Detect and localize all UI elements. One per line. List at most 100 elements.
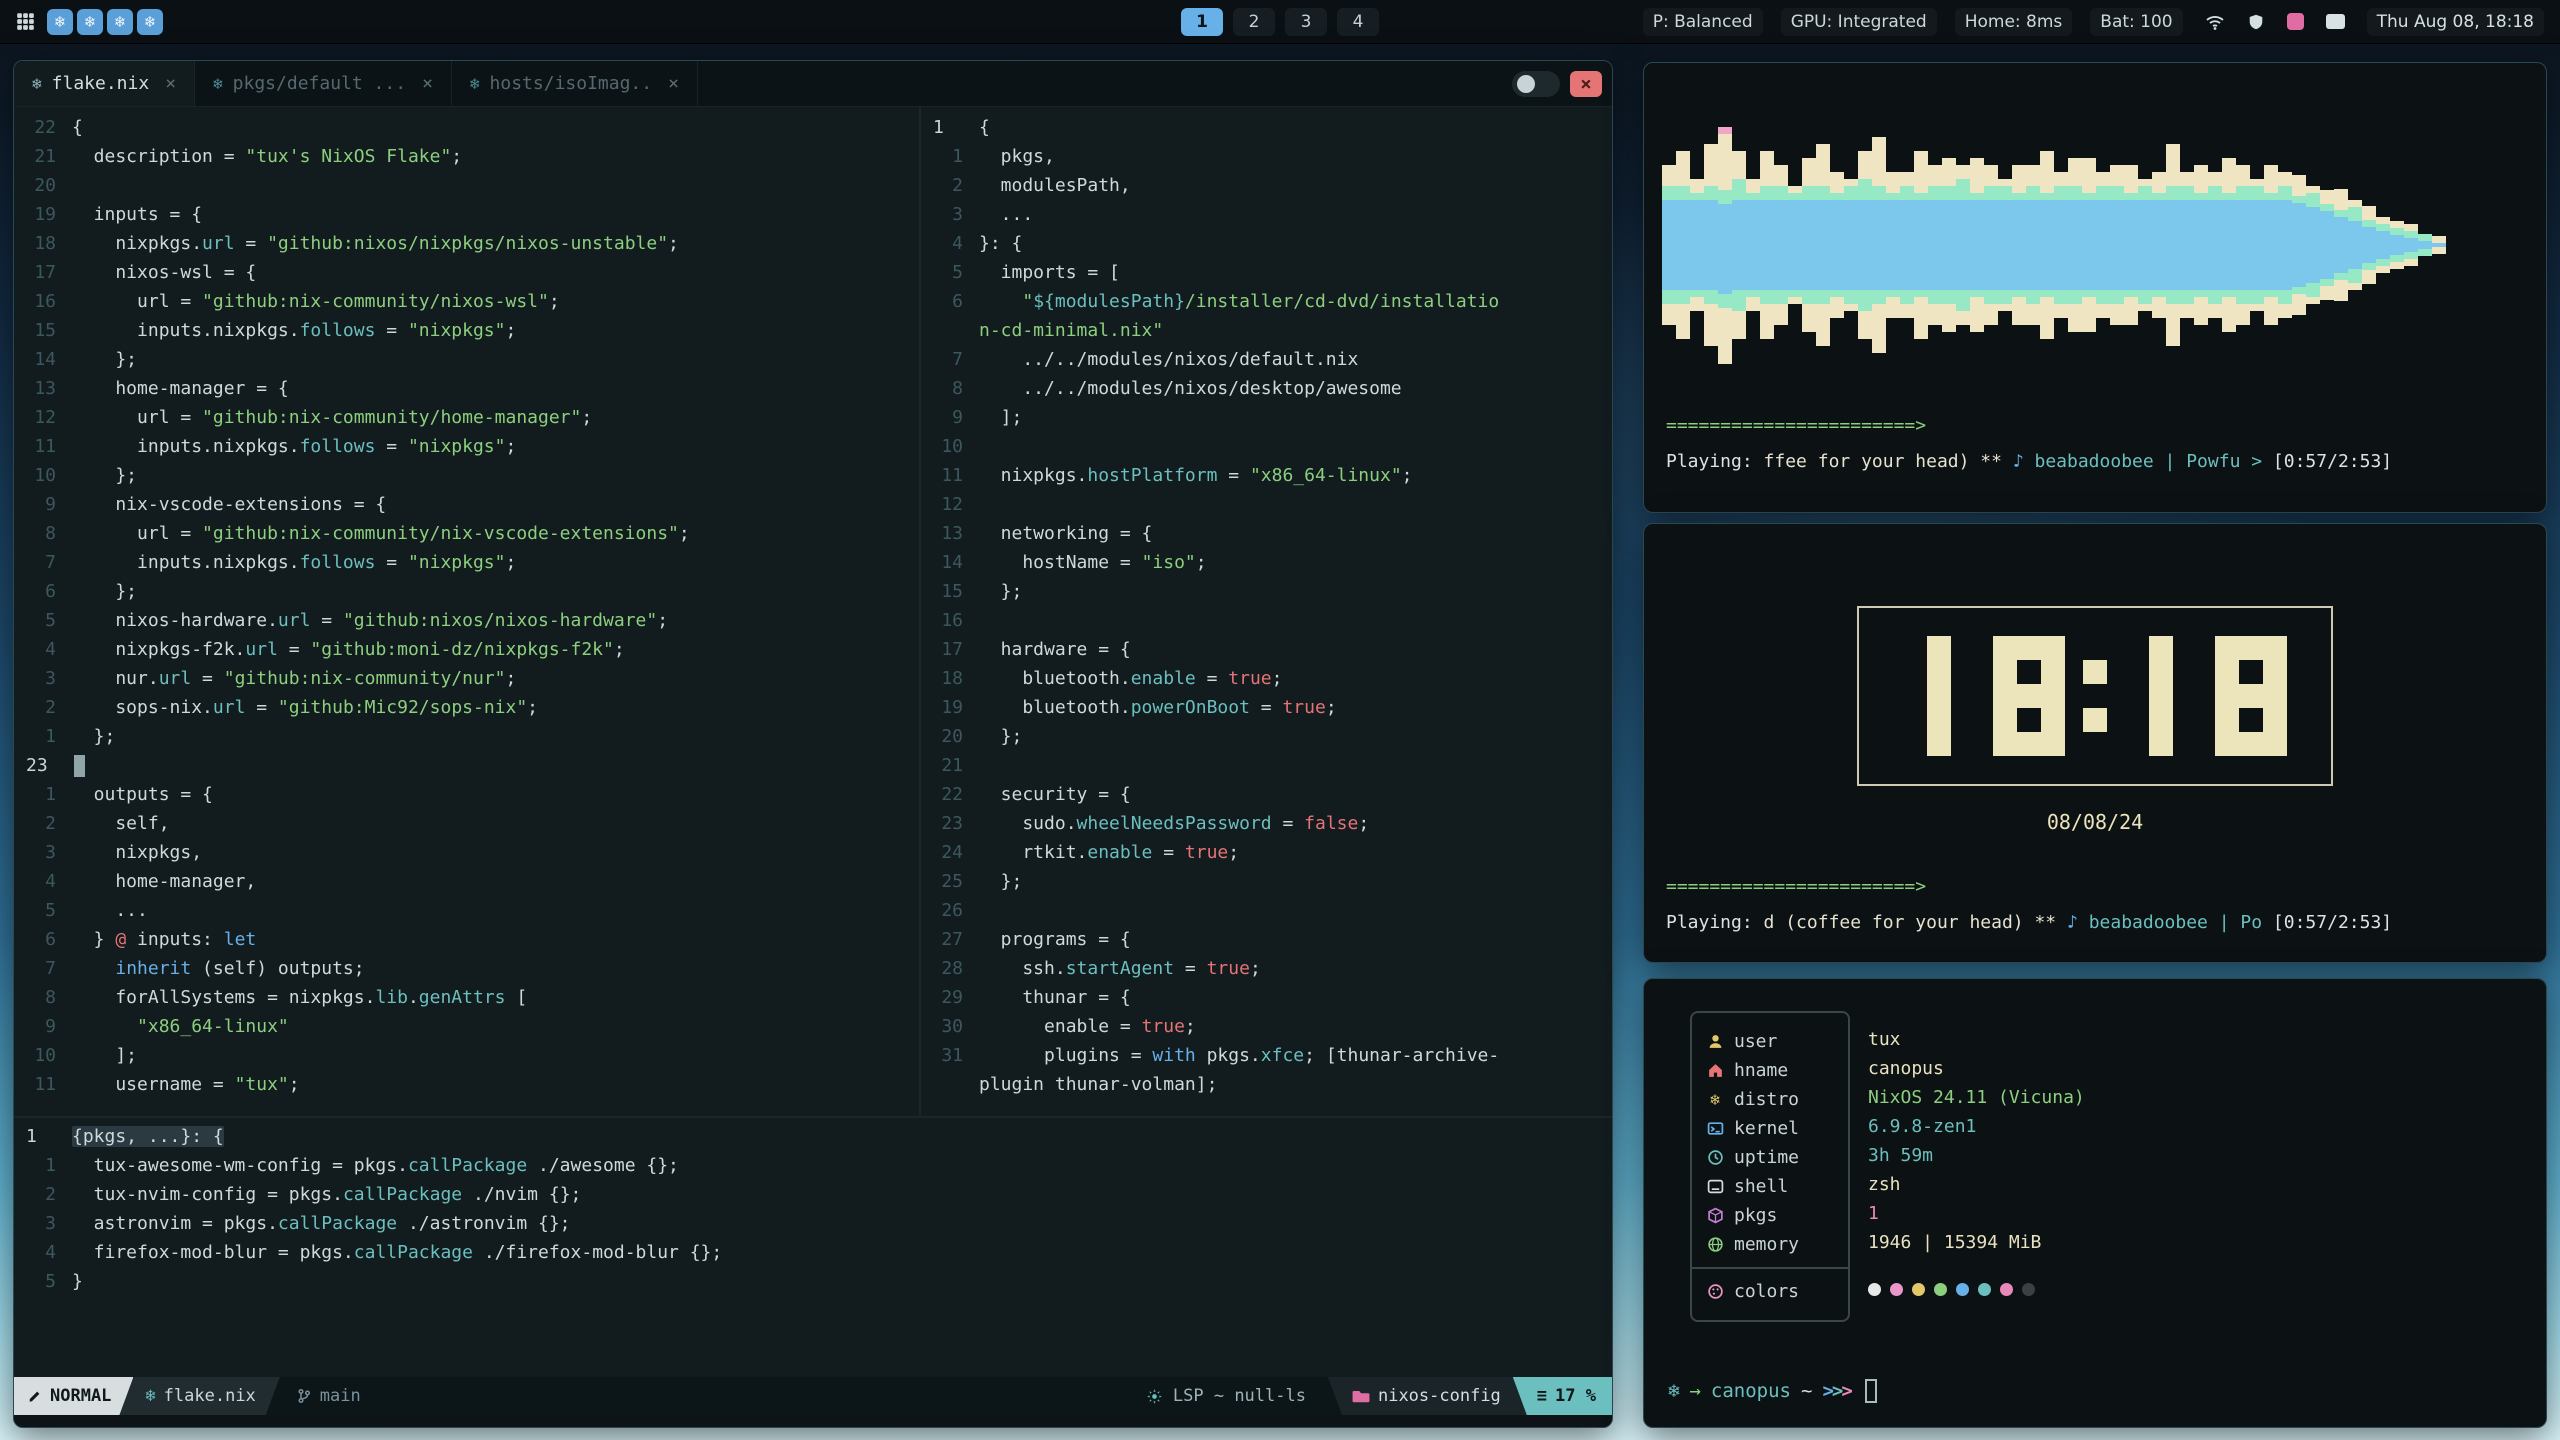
workspace-tag-icon[interactable]: ❄ <box>77 9 103 35</box>
code-line[interactable]: 9 nix-vscode-extensions = { <box>14 490 919 519</box>
code-line[interactable]: 1 pkgs, <box>921 142 1612 171</box>
code-line[interactable]: 4}: { <box>921 229 1612 258</box>
code-line[interactable]: 5 nixos-hardware.url = "github:nixos/nix… <box>14 606 919 635</box>
code-line[interactable]: 11 inputs.nixpkgs.follows = "nixpkgs"; <box>14 432 919 461</box>
code-line[interactable]: 7 ../../modules/nixos/default.nix <box>921 345 1612 374</box>
pane-iso-image[interactable]: 1{1 pkgs,2 modulesPath,3 ...4}: {5 impor… <box>919 107 1612 1116</box>
code-line[interactable]: 5 imports = [ <box>921 258 1612 287</box>
code-line[interactable]: 23 sudo.wheelNeedsPassword = false; <box>921 809 1612 838</box>
code-line[interactable]: 3 nur.url = "github:nix-community/nur"; <box>14 664 919 693</box>
code-line[interactable]: 6 }; <box>14 577 919 606</box>
shield-icon[interactable] <box>2247 13 2265 31</box>
code-line[interactable]: 14 hostName = "iso"; <box>921 548 1612 577</box>
code-line[interactable]: 13 networking = { <box>921 519 1612 548</box>
code-line[interactable]: 15 }; <box>921 577 1612 606</box>
workspace-tag-icon[interactable]: ❄ <box>137 9 163 35</box>
code-line[interactable]: 25 }; <box>921 867 1612 896</box>
code-line[interactable]: 27 programs = { <box>921 925 1612 954</box>
code-line[interactable]: 9 "x86_64-linux" <box>14 1012 919 1041</box>
code-line[interactable]: 1{pkgs, ...}: { <box>14 1122 1612 1151</box>
workspace-button-2[interactable]: 2 <box>1233 8 1275 36</box>
code-line[interactable]: 20 <box>14 171 919 200</box>
workspace-tag-icon[interactable]: ❄ <box>107 9 133 35</box>
code-line[interactable]: 7 inputs.nixpkgs.follows = "nixpkgs"; <box>14 548 919 577</box>
code-line[interactable]: 10 ]; <box>14 1041 919 1070</box>
code-line[interactable]: 6 } @ inputs: let <box>14 925 919 954</box>
code-line[interactable]: 21 <box>921 751 1612 780</box>
code-line[interactable]: 8 url = "github:nix-community/nix-vscode… <box>14 519 919 548</box>
code-line[interactable]: 4 firefox-mod-blur = pkgs.callPackage ./… <box>14 1238 1612 1267</box>
code-line[interactable]: 21 description = "tux's NixOS Flake"; <box>14 142 919 171</box>
code-line[interactable]: 1 tux-awesome-wm-config = pkgs.callPacka… <box>14 1151 1612 1180</box>
tray-icon[interactable] <box>2326 14 2345 29</box>
code-line[interactable]: 8 forAllSystems = nixpkgs.lib.genAttrs [ <box>14 983 919 1012</box>
code-line[interactable]: 17 hardware = { <box>921 635 1612 664</box>
code-line[interactable]: 11 username = "tux"; <box>14 1070 919 1099</box>
code-line[interactable]: 10 <box>921 432 1612 461</box>
code-line[interactable]: 28 ssh.startAgent = true; <box>921 954 1612 983</box>
code-line[interactable]: 13 home-manager = { <box>14 374 919 403</box>
workspace-button-3[interactable]: 3 <box>1285 8 1327 36</box>
code-line[interactable]: 1 }; <box>14 722 919 751</box>
code-line[interactable]: 30 enable = true; <box>921 1012 1612 1041</box>
code-line[interactable]: 10 }; <box>14 461 919 490</box>
editor-tab-pkgs-default[interactable]: ❄pkgs/default ...× <box>195 61 452 106</box>
code-line[interactable]: 14 }; <box>14 345 919 374</box>
command-line[interactable] <box>14 1415 1612 1427</box>
code-line[interactable]: plugin thunar-volman]; <box>921 1070 1612 1099</box>
code-line[interactable]: 23 <box>14 751 919 780</box>
code-line[interactable]: 12 url = "github:nix-community/home-mana… <box>14 403 919 432</box>
code-line[interactable]: 17 nixos-wsl = { <box>14 258 919 287</box>
code-line[interactable]: n-cd-minimal.nix" <box>921 316 1612 345</box>
code-line[interactable]: 16 url = "github:nix-community/nixos-wsl… <box>14 287 919 316</box>
code-line[interactable]: 18 nixpkgs.url = "github:nixos/nixpkgs/n… <box>14 229 919 258</box>
code-line[interactable]: 2 self, <box>14 809 919 838</box>
pane-pkgs-default[interactable]: 1{pkgs, ...}: {1 tux-awesome-wm-config =… <box>14 1116 1612 1377</box>
code-line[interactable]: 6 "${modulesPath}/installer/cd-dvd/insta… <box>921 287 1612 316</box>
code-line[interactable]: 4 nixpkgs-f2k.url = "github:moni-dz/nixp… <box>14 635 919 664</box>
code-line[interactable]: 3 astronvim = pkgs.callPackage ./astronv… <box>14 1209 1612 1238</box>
code-line[interactable]: 19 bluetooth.powerOnBoot = true; <box>921 693 1612 722</box>
code-line[interactable]: 11 nixpkgs.hostPlatform = "x86_64-linux"… <box>921 461 1612 490</box>
code-line[interactable]: 19 inputs = { <box>14 200 919 229</box>
editor-tab-flake-nix[interactable]: ❄flake.nix× <box>14 61 195 106</box>
code-line[interactable]: 29 thunar = { <box>921 983 1612 1012</box>
code-line[interactable]: 15 inputs.nixpkgs.follows = "nixpkgs"; <box>14 316 919 345</box>
code-line[interactable]: 1{ <box>921 113 1612 142</box>
close-window-button[interactable]: × <box>1570 71 1602 97</box>
code-line[interactable]: 20 }; <box>921 722 1612 751</box>
workspace-button-4[interactable]: 4 <box>1337 8 1379 36</box>
workspace-tag-icon[interactable]: ❄ <box>47 9 73 35</box>
close-tab-icon[interactable]: × <box>422 73 433 94</box>
color-picker-icon[interactable] <box>2287 13 2304 30</box>
code-line[interactable]: 22 security = { <box>921 780 1612 809</box>
code-line[interactable]: 7 inherit (self) outputs; <box>14 954 919 983</box>
editor-tab-hosts-isoImag[interactable]: ❄hosts/isoImag..× <box>452 61 698 106</box>
code-line[interactable]: 26 <box>921 896 1612 925</box>
code-line[interactable]: 9 ]; <box>921 403 1612 432</box>
code-line[interactable]: 18 bluetooth.enable = true; <box>921 664 1612 693</box>
code-line[interactable]: 2 modulesPath, <box>921 171 1612 200</box>
code-line[interactable]: 4 home-manager, <box>14 867 919 896</box>
code-line[interactable]: 12 <box>921 490 1612 519</box>
shell-prompt[interactable]: ❄ → canopus ~ >>> <box>1668 1379 1877 1403</box>
workspace-button-1[interactable]: 1 <box>1181 8 1223 36</box>
menu-grid-icon[interactable] <box>16 12 35 31</box>
code-line[interactable]: 24 rtkit.enable = true; <box>921 838 1612 867</box>
code-line[interactable]: 2 tux-nvim-config = pkgs.callPackage ./n… <box>14 1180 1612 1209</box>
code-line[interactable]: 16 <box>921 606 1612 635</box>
close-tab-icon[interactable]: × <box>165 73 176 94</box>
code-line[interactable]: 3 nixpkgs, <box>14 838 919 867</box>
code-line[interactable]: 8 ../../modules/nixos/desktop/awesome <box>921 374 1612 403</box>
code-line[interactable]: 22{ <box>14 113 919 142</box>
float-toggle-button[interactable] <box>1512 71 1560 97</box>
wifi-icon[interactable] <box>2205 12 2225 32</box>
close-tab-icon[interactable]: × <box>668 73 679 94</box>
code-line[interactable]: 2 sops-nix.url = "github:Mic92/sops-nix"… <box>14 693 919 722</box>
pane-flake-nix[interactable]: 22{21 description = "tux's NixOS Flake";… <box>14 107 919 1116</box>
code-line[interactable]: 3 ... <box>921 200 1612 229</box>
code-line[interactable]: 5} <box>14 1267 1612 1296</box>
code-line[interactable]: 31 plugins = with pkgs.xfce; [thunar-arc… <box>921 1041 1612 1070</box>
code-line[interactable]: 1 outputs = { <box>14 780 919 809</box>
code-line[interactable]: 5 ... <box>14 896 919 925</box>
